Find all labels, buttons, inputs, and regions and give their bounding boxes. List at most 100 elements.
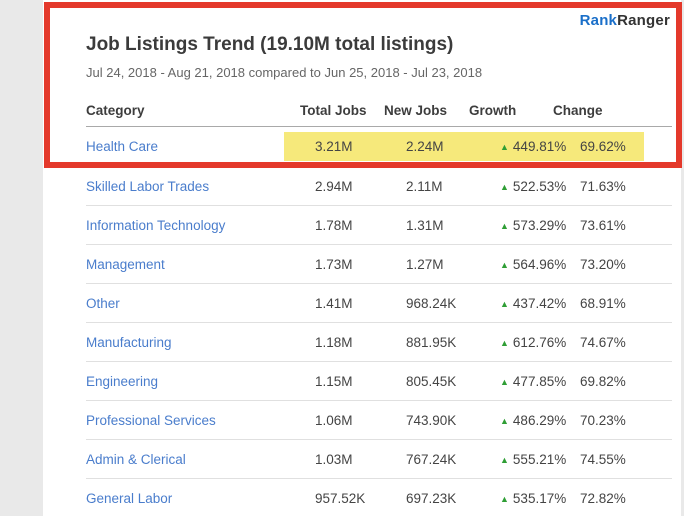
total-jobs-cell: 1.41M: [315, 296, 406, 311]
category-cell: General Labor: [86, 491, 315, 506]
growth-value: 522.53%: [513, 179, 566, 194]
table-row: Management 1.73M 1.27M ▲ 564.96% 73.20%: [86, 245, 672, 284]
growth-up-icon: ▲: [500, 142, 509, 152]
new-jobs-cell: 881.95K: [406, 335, 500, 350]
category-link[interactable]: General Labor: [86, 491, 172, 506]
total-jobs-cell: 1.15M: [315, 374, 406, 389]
table-row: General Labor 957.52K 697.23K ▲ 535.17% 7…: [86, 479, 672, 516]
total-jobs-cell: 1.03M: [315, 452, 406, 467]
growth-cell: ▲ 486.29%: [500, 413, 580, 428]
page: RankRanger Job Listings Trend (19.10M to…: [0, 0, 684, 516]
new-jobs-cell: 743.90K: [406, 413, 500, 428]
new-jobs-cell: 2.11M: [406, 179, 500, 194]
growth-cell: ▲ 522.53%: [500, 179, 580, 194]
table-row: Manufacturing 1.18M 881.95K ▲ 612.76% 74.…: [86, 323, 672, 362]
category-cell: Information Technology: [86, 218, 315, 233]
new-jobs-cell: 1.27M: [406, 257, 500, 272]
total-jobs-cell: 1.73M: [315, 257, 406, 272]
table-row: Information Technology 1.78M 1.31M ▲573.…: [86, 206, 672, 245]
change-cell: 74.67%: [580, 335, 672, 350]
growth-up-icon: ▲: [500, 377, 509, 387]
category-link[interactable]: Other: [86, 296, 120, 311]
growth-cell: ▲573.29%: [500, 218, 580, 233]
category-link[interactable]: Health Care: [86, 139, 158, 154]
column-header-category: Category: [86, 103, 300, 118]
column-header-growth: Growth: [469, 103, 553, 118]
growth-value: 573.29%: [513, 218, 566, 233]
new-jobs-cell: 1.31M: [406, 218, 500, 233]
category-cell: Management: [86, 257, 315, 272]
column-header-new-jobs: New Jobs: [384, 103, 469, 118]
column-header-total-jobs: Total Jobs: [300, 103, 384, 118]
new-jobs-cell: 767.24K: [406, 452, 500, 467]
category-cell: Engineering: [86, 374, 315, 389]
change-cell: 71.63%: [580, 179, 672, 194]
category-link[interactable]: Admin & Clerical: [86, 452, 186, 467]
report-card: RankRanger Job Listings Trend (19.10M to…: [43, 0, 681, 516]
total-jobs-cell: 2.94M: [315, 179, 406, 194]
total-jobs-cell: 3.21M: [315, 139, 406, 154]
growth-up-icon: ▲: [500, 455, 509, 465]
total-jobs-cell: 957.52K: [315, 491, 406, 506]
new-jobs-cell: 2.24M: [406, 139, 500, 154]
category-link[interactable]: Management: [86, 257, 165, 272]
growth-value: 437.42%: [513, 296, 566, 311]
growth-up-icon: ▲: [500, 416, 509, 426]
change-cell: 68.91%: [580, 296, 672, 311]
change-cell: 69.82%: [580, 374, 672, 389]
report-content: Job Listings Trend (19.10M total listing…: [43, 0, 681, 516]
change-cell: 74.55%: [580, 452, 672, 467]
new-jobs-cell: 968.24K: [406, 296, 500, 311]
total-jobs-cell: 1.18M: [315, 335, 406, 350]
growth-cell: ▲ 449.81%: [500, 139, 580, 154]
growth-value: 612.76%: [513, 335, 566, 350]
rankranger-logo[interactable]: RankRanger: [580, 12, 670, 29]
growth-cell: ▲ 477.85%: [500, 374, 580, 389]
growth-up-icon: ▲: [500, 494, 509, 504]
growth-value: 449.81%: [513, 139, 566, 154]
category-link[interactable]: Skilled Labor Trades: [86, 179, 209, 194]
logo-text-ranger: Ranger: [617, 12, 670, 29]
growth-value: 535.17%: [513, 491, 566, 506]
table-row: Skilled Labor Trades 2.94M 2.11M ▲ 522.53…: [86, 167, 672, 206]
category-link[interactable]: Information Technology: [86, 218, 225, 233]
total-jobs-cell: 1.78M: [315, 218, 406, 233]
category-cell: Manufacturing: [86, 335, 315, 350]
new-jobs-cell: 805.45K: [406, 374, 500, 389]
growth-cell: ▲ 564.96%: [500, 257, 580, 272]
change-cell: 73.61%: [580, 218, 672, 233]
category-link[interactable]: Manufacturing: [86, 335, 172, 350]
category-cell: Professional Services: [86, 413, 315, 428]
category-cell: Skilled Labor Trades: [86, 179, 315, 194]
table-row: Admin & Clerical 1.03M 767.24K ▲555.21% …: [86, 440, 672, 479]
growth-value: 555.21%: [513, 452, 566, 467]
table-row: Other 1.41M 968.24K ▲ 437.42% 68.91%: [86, 284, 672, 323]
table-body: Health Care 3.21M 2.24M ▲449.81% 69.62% …: [86, 127, 672, 516]
change-cell: 70.23%: [580, 413, 672, 428]
table-header-row: Category Total Jobs New Jobs Growth Chan…: [86, 94, 672, 127]
report-title: Job Listings Trend (19.10M total listing…: [86, 34, 672, 56]
growth-up-icon: ▲: [500, 182, 509, 192]
category-cell: Admin & Clerical: [86, 452, 315, 467]
growth-up-icon: ▲: [500, 260, 509, 270]
table-row: Engineering 1.15M 805.45K ▲ 477.85% 69.82…: [86, 362, 672, 401]
category-cell: Other: [86, 296, 315, 311]
table-row: Health Care 3.21M 2.24M ▲ 449.81% 69.62%: [86, 127, 672, 167]
report-date-range: Jul 24, 2018 - Aug 21, 2018 compared to …: [86, 65, 672, 80]
change-cell: 72.82%: [580, 491, 672, 506]
total-jobs-cell: 1.06M: [315, 413, 406, 428]
change-cell: 73.20%: [580, 257, 672, 272]
growth-value: 477.85%: [513, 374, 566, 389]
growth-up-icon: ▲: [500, 338, 509, 348]
growth-cell: ▲ 612.76%: [500, 335, 580, 350]
growth-cell: ▲ 437.42%: [500, 296, 580, 311]
change-cell: 69.62%: [580, 139, 672, 154]
growth-value: 486.29%: [513, 413, 566, 428]
table-row: Professional Services 1.06M 743.90K ▲ 486…: [86, 401, 672, 440]
category-cell: Health Care: [86, 139, 315, 154]
category-link[interactable]: Professional Services: [86, 413, 216, 428]
growth-value: 564.96%: [513, 257, 566, 272]
category-link[interactable]: Engineering: [86, 374, 158, 389]
growth-up-icon: ▲: [500, 299, 509, 309]
new-jobs-cell: 697.23K: [406, 491, 500, 506]
